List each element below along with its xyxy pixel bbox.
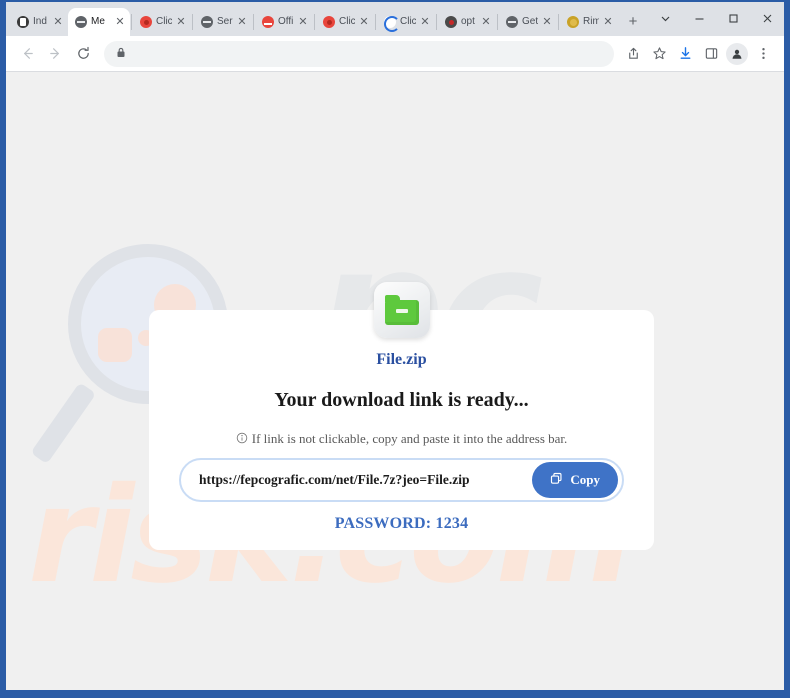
side-panel-icon[interactable]: [698, 41, 724, 67]
tab-close-icon[interactable]: ✕: [298, 17, 308, 28]
tab-separator: [436, 14, 437, 30]
tab-8[interactable]: Get ✕: [499, 8, 557, 36]
tab-separator: [253, 14, 254, 30]
page-title: Your download link is ready...: [274, 389, 529, 411]
tab-close-icon[interactable]: ✕: [359, 17, 369, 28]
tab-separator: [192, 14, 193, 30]
tab-5[interactable]: Clic ✕: [316, 8, 374, 36]
tab-separator: [497, 14, 498, 30]
film-icon: [17, 16, 29, 28]
info-circle-icon: [236, 432, 248, 448]
red-dot-icon: [323, 16, 335, 28]
tab-9[interactable]: Rim ✕: [560, 8, 618, 36]
globe-icon: [75, 16, 87, 28]
watermark-blob: [98, 328, 132, 362]
tab-close-icon[interactable]: ✕: [542, 17, 552, 28]
red-dot-icon: [140, 16, 152, 28]
tab-label: Clic: [339, 16, 355, 27]
three-dot-menu-icon[interactable]: [750, 41, 776, 67]
copy-button[interactable]: Copy: [532, 462, 618, 498]
tab-search-button[interactable]: [648, 3, 682, 33]
browser-window-inner: Ind ✕ Me ✕ Clic ✕ Ser ✕ Offi ✕ Clic ✕ Clic ✕ opt ✕ Get ✕ R…: [6, 2, 784, 690]
tab-0[interactable]: Ind ✕: [10, 8, 68, 36]
tab-2[interactable]: Clic ✕: [133, 8, 191, 36]
tab-separator: [558, 14, 559, 30]
tab-close-icon[interactable]: ✕: [115, 17, 125, 28]
globe-icon: [506, 16, 518, 28]
tab-label: Clic: [156, 16, 172, 27]
share-icon[interactable]: [620, 41, 646, 67]
instruction-text: If link is not clickable, copy and paste…: [149, 431, 654, 448]
tab-close-icon[interactable]: ✕: [481, 17, 491, 28]
download-url-field[interactable]: https://fepcografic.com/net/File.7z?jeo=…: [179, 458, 624, 502]
tab-label: Ser: [217, 16, 233, 27]
tab-separator: [375, 14, 376, 30]
copy-icon: [550, 472, 563, 489]
file-name-label: File.zip: [376, 351, 427, 368]
window-controls: [648, 2, 784, 34]
forward-arrow-icon[interactable]: [42, 41, 68, 67]
new-tab-button[interactable]: +: [622, 10, 644, 32]
blue-loader-icon: [384, 16, 400, 32]
browser-window: Ind ✕ Me ✕ Clic ✕ Ser ✕ Offi ✕ Clic ✕ Clic ✕ opt ✕ Get ✕ R…: [0, 0, 790, 698]
close-button[interactable]: [750, 3, 784, 33]
tab-6[interactable]: Clic ✕: [377, 8, 435, 36]
download-card: File.zip Your download link is ready... …: [149, 282, 654, 550]
star-icon[interactable]: [646, 41, 672, 67]
tab-3[interactable]: Ser ✕: [194, 8, 252, 36]
toolbar-actions: [620, 41, 776, 67]
globe-icon: [201, 16, 213, 28]
instruction-text-label: If link is not clickable, copy and paste…: [251, 431, 568, 446]
tab-close-icon[interactable]: ✕: [420, 17, 430, 28]
tab-label: Get: [522, 16, 538, 27]
browser-toolbar: [6, 36, 784, 72]
download-url-text: https://fepcografic.com/net/File.7z?jeo=…: [199, 472, 470, 487]
tab-1[interactable]: Me ✕: [68, 8, 130, 36]
reload-icon[interactable]: [70, 41, 96, 67]
profile-avatar-icon[interactable]: [726, 42, 748, 65]
maximize-button[interactable]: [716, 3, 750, 33]
red-square-icon: [262, 16, 274, 28]
tab-strip: Ind ✕ Me ✕ Clic ✕ Ser ✕ Offi ✕ Clic ✕ Clic ✕ opt ✕ Get ✕ R…: [6, 2, 784, 36]
password-label: PASSWORD: 1234: [334, 515, 469, 532]
lock-icon: [116, 47, 126, 61]
tab-separator: [314, 14, 315, 30]
tab-close-icon[interactable]: ✕: [53, 17, 63, 28]
back-arrow-icon[interactable]: [14, 41, 40, 67]
tab-4[interactable]: Offi ✕: [255, 8, 313, 36]
download-icon[interactable]: [672, 41, 698, 67]
tab-label: Clic: [400, 16, 416, 27]
tab-separator: [131, 14, 132, 30]
address-bar[interactable]: [104, 40, 614, 67]
watermark-magnifier-handle: [30, 382, 97, 465]
gold-circle-icon: [567, 16, 579, 28]
tab-close-icon[interactable]: ✕: [176, 17, 186, 28]
page-viewport: pc risk.com File: [6, 72, 784, 690]
tab-label: Me: [91, 16, 105, 27]
tab-label: Offi: [278, 16, 294, 27]
minimize-button[interactable]: [682, 3, 716, 33]
tab-7[interactable]: opt ✕: [438, 8, 496, 36]
tab-close-icon[interactable]: ✕: [603, 17, 613, 28]
copy-button-label: Copy: [570, 472, 600, 487]
tab-label: Ind: [33, 16, 47, 27]
tab-close-icon[interactable]: ✕: [237, 17, 247, 28]
tab-label: opt: [461, 16, 475, 27]
green-zip-folder-icon: [373, 282, 430, 338]
dark-dot-icon: [445, 16, 457, 28]
file-icon-wrapper: [373, 282, 430, 338]
tab-label: Rim: [583, 16, 599, 27]
